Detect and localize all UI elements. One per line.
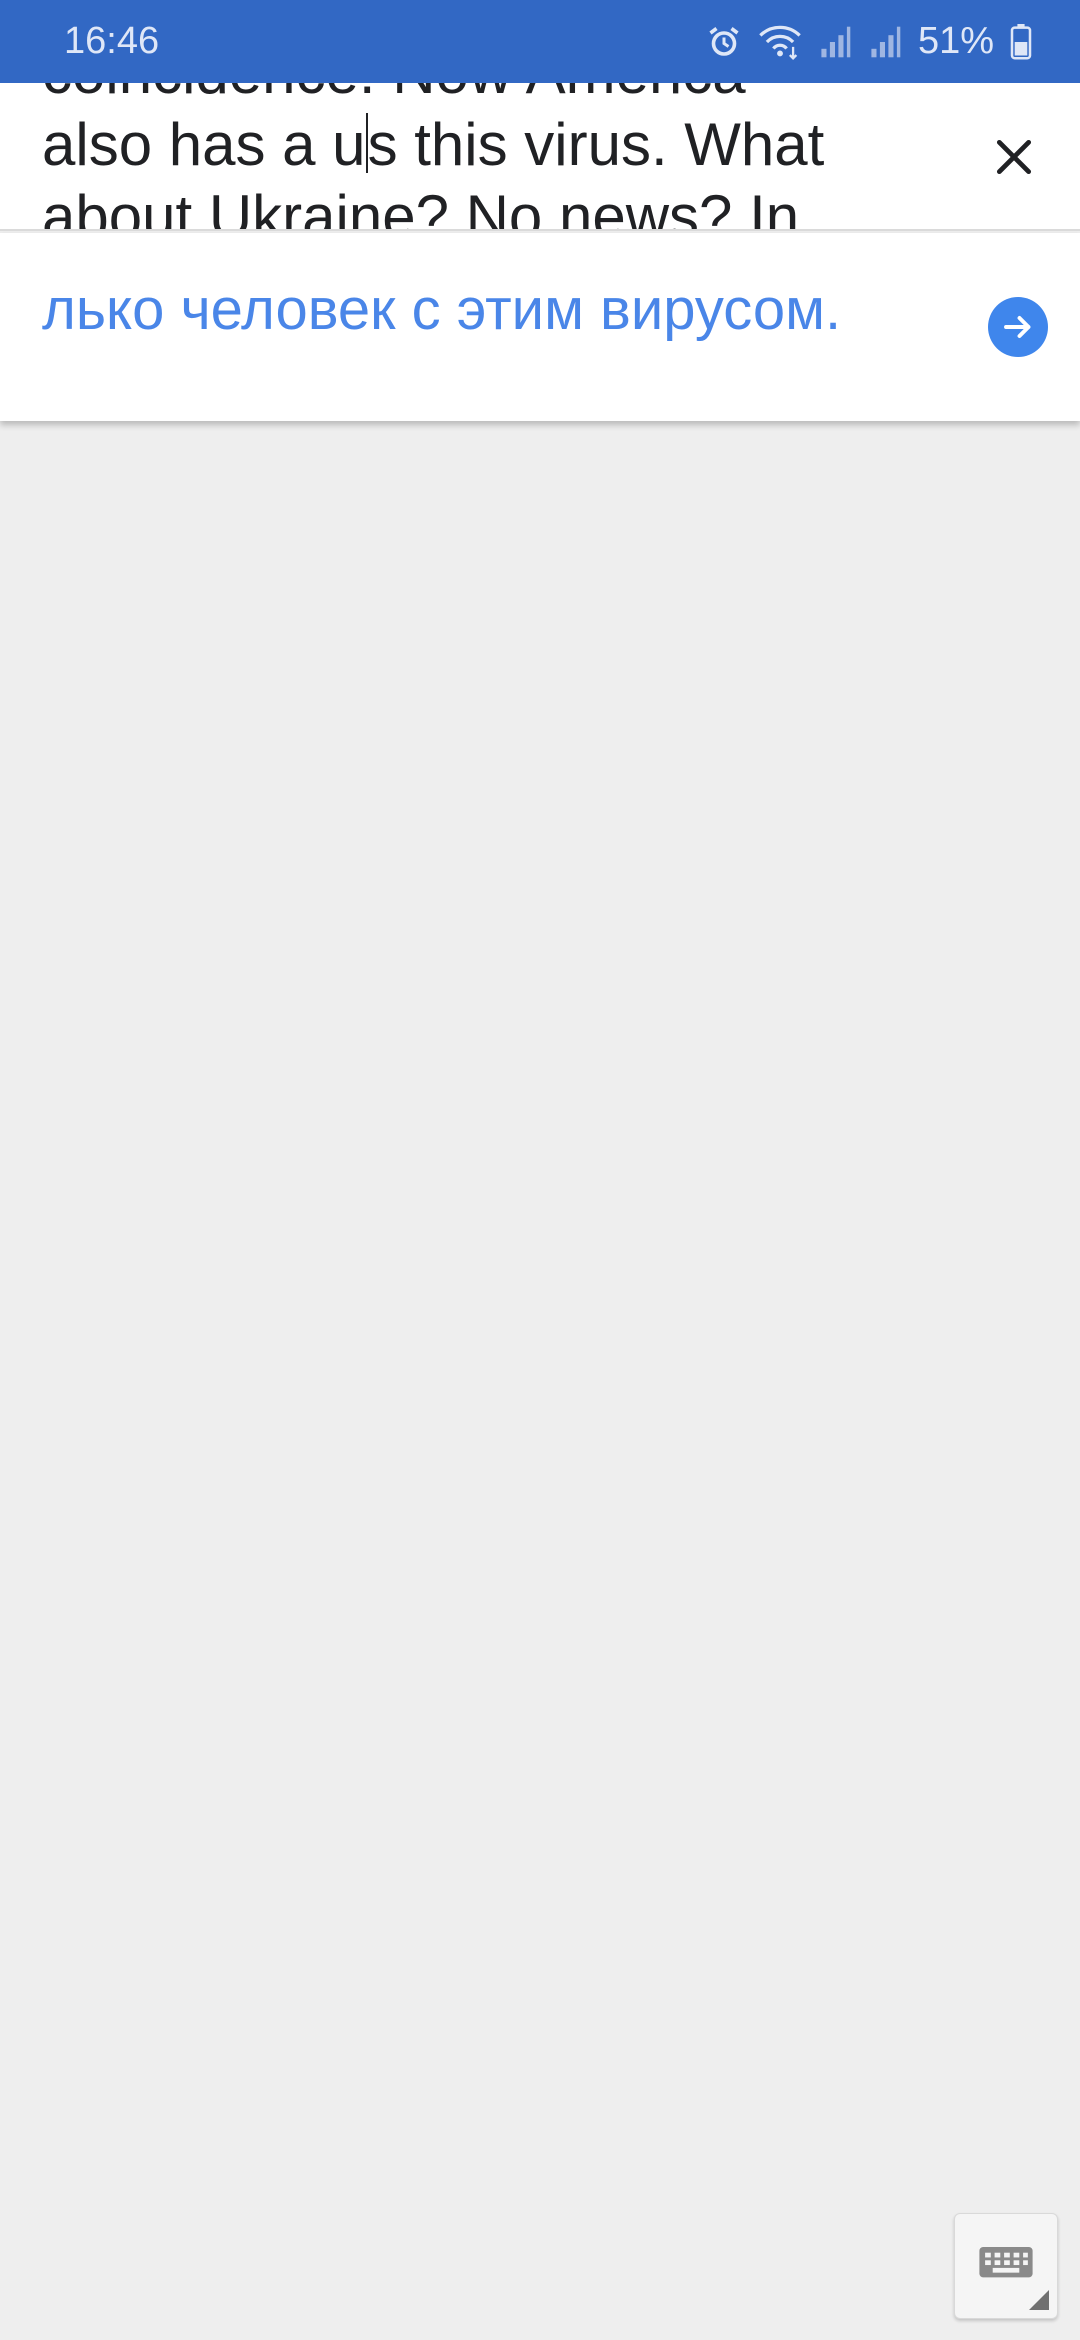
signal-icon: [868, 25, 902, 59]
status-time: 16:46: [64, 20, 160, 62]
battery-icon: [1010, 23, 1032, 60]
translation-panel[interactable]: лько человек с этим вирусом.: [0, 233, 1080, 421]
source-line-1: coincidence. Now America: [42, 83, 746, 106]
keyboard-toggle-button[interactable]: [954, 2213, 1058, 2319]
alarm-icon: [706, 24, 742, 60]
status-bar: 16:46 51%: [0, 0, 1080, 83]
status-icons: 51%: [706, 20, 1032, 63]
translation-text[interactable]: лько человек с этим вирусом.: [42, 275, 972, 345]
resize-corner-icon[interactable]: [1029, 2290, 1049, 2310]
source-line-2-before-caret: also has a u: [42, 111, 366, 178]
translate-go-button[interactable]: [988, 297, 1048, 357]
keyboard-icon: [979, 2247, 1033, 2278]
battery-percent: 51%: [917, 20, 994, 62]
signal-icon: [818, 25, 852, 59]
source-line-2-after-caret: s this virus. What: [367, 111, 825, 178]
source-text-panel[interactable]: coincidence. Now America also has a us t…: [0, 83, 1080, 231]
arrow-right-icon: [1004, 316, 1031, 338]
close-icon: [996, 139, 1032, 175]
clear-text-button[interactable]: [978, 121, 1050, 193]
source-text-input[interactable]: coincidence. Now America also has a us t…: [42, 83, 922, 231]
source-line-3: about Ukraine? No news? In: [42, 183, 800, 231]
wifi-icon: [758, 24, 802, 60]
